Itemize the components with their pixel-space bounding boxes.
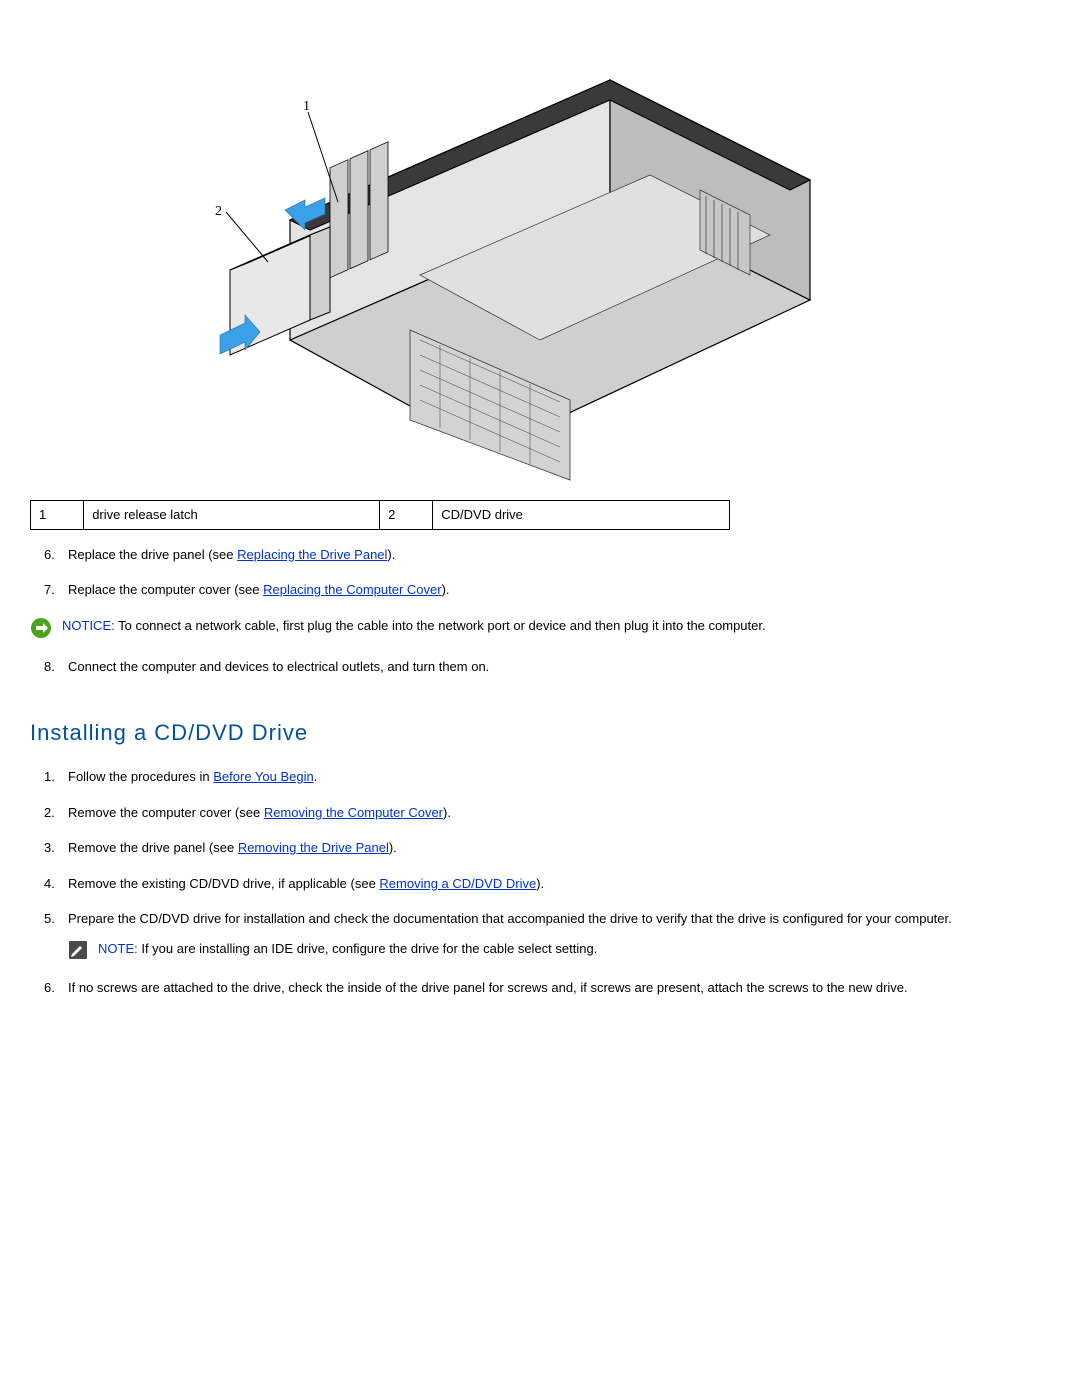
steps-continued-2: 8. Connect the computer and devices to e… [30,657,990,677]
install-step-3: 3. Remove the drive panel (see Removing … [30,838,990,858]
note-label: NOTE: [98,941,138,956]
steps-continued: 6. Replace the drive panel (see Replacin… [30,545,990,600]
step-text-part: ). [389,840,397,855]
notice-text: NOTICE: To connect a network cable, firs… [62,616,766,636]
install-step-5: 5. Prepare the CD/DVD drive for installa… [30,909,990,929]
notice-icon [30,617,52,639]
step-text-part: Replace the computer cover (see [68,582,263,597]
section-heading-installing: Installing a CD/DVD Drive [30,716,990,749]
callout-table: 1 drive release latch 2 CD/DVD drive [30,500,730,530]
diagram-callout-1: 1 [303,99,310,114]
steps-install: 1. Follow the procedures in Before You B… [30,767,990,929]
install-step-6: 6. If no screws are attached to the driv… [30,978,990,998]
step-number: 8. [44,657,55,677]
install-step-4: 4. Remove the existing CD/DVD drive, if … [30,874,990,894]
link-replacing-computer-cover[interactable]: Replacing the Computer Cover [263,582,441,597]
link-removing-drive-panel[interactable]: Removing the Drive Panel [238,840,389,855]
note-block: NOTE: If you are installing an IDE drive… [68,939,990,960]
install-step-1: 1. Follow the procedures in Before You B… [30,767,990,787]
step-text-part: Follow the procedures in [68,769,213,784]
step-text-part: ). [387,547,395,562]
link-removing-cddvd-drive[interactable]: Removing a CD/DVD Drive [379,876,536,891]
step-6: 6. Replace the drive panel (see Replacin… [30,545,990,565]
callout-label-1: drive release latch [84,501,380,530]
link-removing-computer-cover[interactable]: Removing the Computer Cover [264,805,443,820]
note-text: NOTE: If you are installing an IDE drive… [98,939,597,959]
step-number: 6. [44,545,55,565]
diagram-callout-2: 2 [215,204,222,219]
step-text: If no screws are attached to the drive, … [68,980,908,995]
step-number: 3. [44,838,55,858]
step-text: Connect the computer and devices to elec… [68,659,489,674]
step-number: 2. [44,803,55,823]
notice-label: NOTICE: [62,618,115,633]
step-text-part: Replace the drive panel (see [68,547,237,562]
step-number: 7. [44,580,55,600]
computer-chassis-diagram: 1 2 [190,20,830,490]
step-text: Prepare the CD/DVD drive for installatio… [68,911,952,926]
step-7: 7. Replace the computer cover (see Repla… [30,580,990,600]
step-number: 5. [44,909,55,929]
steps-install-cont: 6. If no screws are attached to the driv… [30,978,990,998]
callout-num-1: 1 [31,501,84,530]
step-text-part: ). [443,805,451,820]
callout-num-2: 2 [380,501,433,530]
step-8: 8. Connect the computer and devices to e… [30,657,990,677]
link-before-you-begin[interactable]: Before You Begin [213,769,313,784]
note-body: If you are installing an IDE drive, conf… [138,941,598,956]
step-number: 1. [44,767,55,787]
step-text-part: Remove the computer cover (see [68,805,264,820]
step-text-part: Remove the existing CD/DVD drive, if app… [68,876,379,891]
step-number: 6. [44,978,55,998]
install-step-2: 2. Remove the computer cover (see Removi… [30,803,990,823]
notice-block: NOTICE: To connect a network cable, firs… [30,616,990,639]
notice-body: To connect a network cable, first plug t… [115,618,766,633]
table-row: 1 drive release latch 2 CD/DVD drive [31,501,730,530]
callout-label-2: CD/DVD drive [433,501,730,530]
step-text-part: ). [536,876,544,891]
note-icon [68,940,88,960]
step-text-part: ). [442,582,450,597]
step-text-part: . [314,769,318,784]
step-text-part: Remove the drive panel (see [68,840,238,855]
link-replacing-drive-panel[interactable]: Replacing the Drive Panel [237,547,387,562]
step-number: 4. [44,874,55,894]
